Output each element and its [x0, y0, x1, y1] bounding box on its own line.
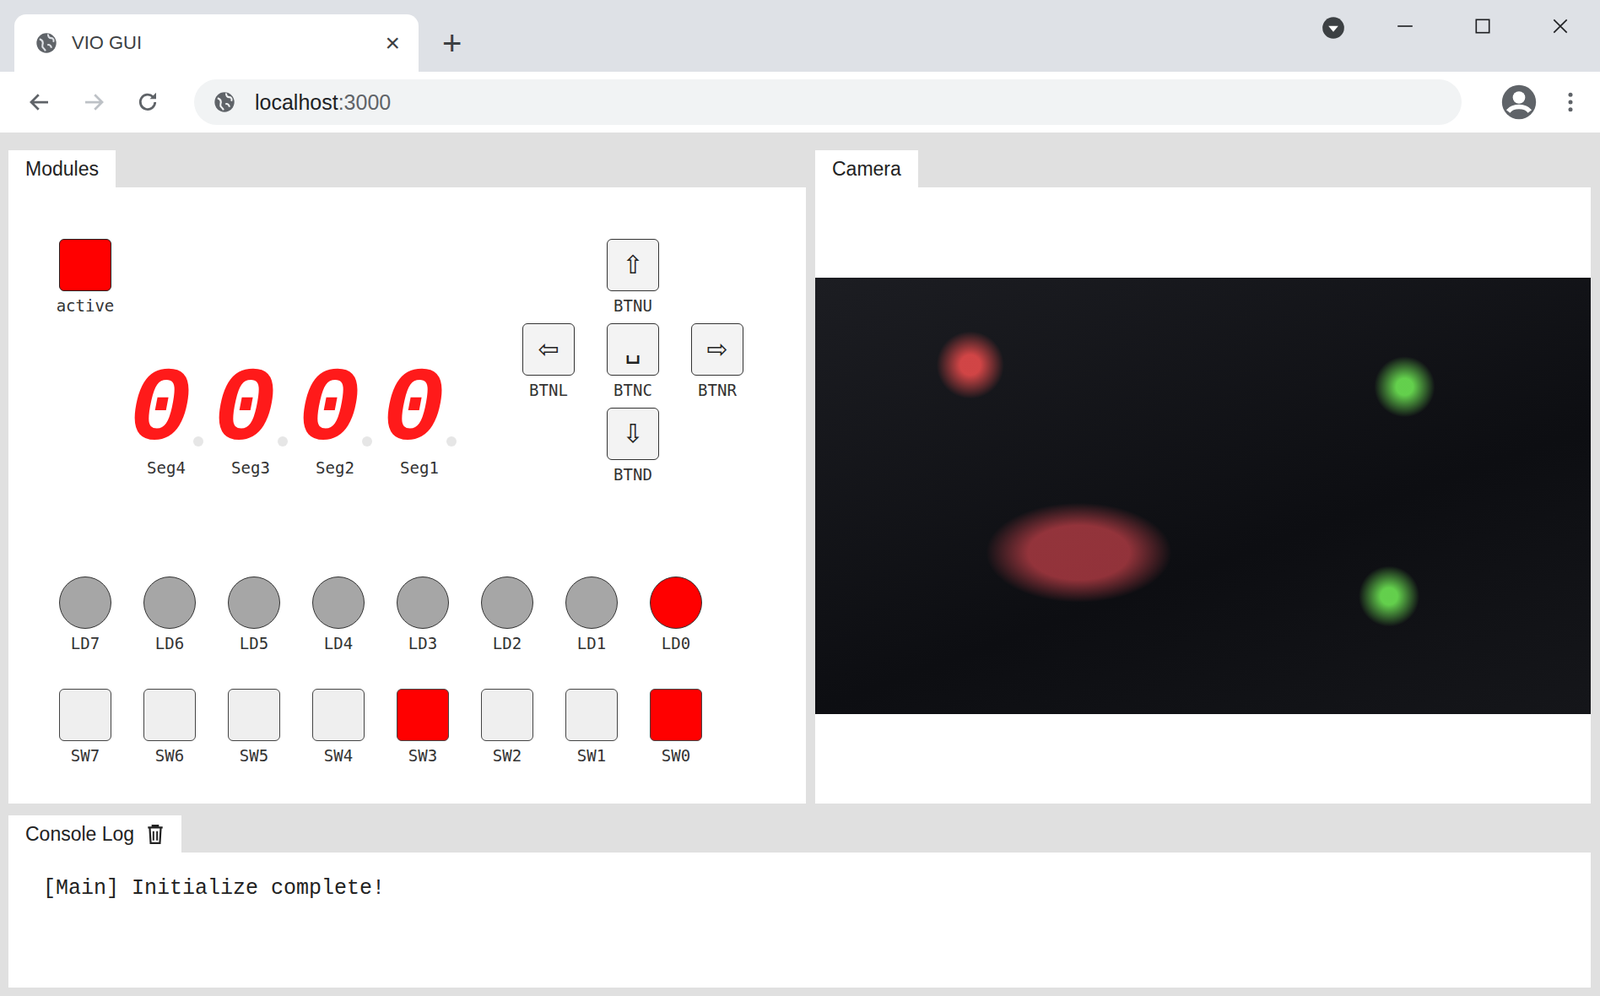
camera-tab[interactable]: Camera — [815, 150, 919, 188]
camera-body — [815, 187, 1591, 804]
seven-segment-display: 0 Seg40 Seg30 Seg20 Seg1 — [124, 368, 507, 477]
active-indicator: active — [43, 238, 128, 315]
minimize-icon[interactable] — [1395, 16, 1415, 36]
led: LD4 — [296, 576, 381, 653]
push-button[interactable]: ⇦ BTNL — [506, 323, 591, 408]
led: LD0 — [633, 576, 719, 653]
push-button[interactable]: ⇨ BTNR — [675, 323, 760, 408]
switch[interactable]: SW2 — [464, 688, 550, 765]
camera-panel: Camera — [815, 150, 1591, 804]
led: LD1 — [549, 576, 634, 653]
tab-search-icon[interactable] — [1321, 16, 1346, 40]
switch[interactable]: SW6 — [127, 688, 212, 765]
site-info-icon[interactable] — [212, 90, 237, 114]
page-content: Modules active 0 Seg40 Seg30 Seg20 Seg1 … — [0, 132, 1600, 996]
camera-feed — [815, 277, 1591, 714]
browser-window: VIO GUI × + localhost:3000 Modules activ… — [0, 0, 1600, 996]
new-tab-button[interactable]: + — [442, 26, 462, 60]
address-bar[interactable]: localhost:3000 — [194, 79, 1462, 125]
tab-strip: VIO GUI × + — [0, 0, 1600, 72]
close-icon[interactable] — [1551, 16, 1570, 36]
led: LD7 — [43, 576, 128, 653]
segment-digit: 0 Seg3 — [208, 368, 293, 477]
switch[interactable]: SW0 — [633, 688, 719, 765]
switch[interactable]: SW5 — [211, 688, 297, 765]
led: LD5 — [211, 576, 297, 653]
push-button[interactable]: ⇩ BTND — [590, 407, 676, 492]
window-controls — [1395, 16, 1570, 36]
console-body: [Main] Initialize complete! — [8, 852, 1591, 988]
toolbar: localhost:3000 — [0, 71, 1600, 133]
segment-digit: 0 Seg1 — [377, 368, 462, 477]
menu-dots-icon[interactable] — [1566, 89, 1575, 115]
forward-arrow-icon[interactable] — [81, 89, 107, 115]
trash-icon[interactable] — [145, 823, 165, 844]
profile-icon[interactable] — [1500, 83, 1538, 121]
url-text: localhost:3000 — [254, 90, 391, 115]
led: LD6 — [127, 576, 212, 653]
switch-row: SW7 SW6 SW5 SW4 SW3 SW2 SW1 SW0 — [43, 688, 806, 765]
log-line: [Main] Initialize complete! — [43, 875, 1591, 901]
modules-body: active 0 Seg40 Seg30 Seg20 Seg1 ⇧ BTNU⇦ … — [8, 187, 806, 804]
push-button[interactable]: ⇧ BTNU — [590, 238, 676, 324]
tab-close-button[interactable]: × — [384, 30, 400, 56]
back-arrow-icon[interactable] — [27, 89, 53, 115]
modules-panel: Modules active 0 Seg40 Seg30 Seg20 Seg1 … — [8, 150, 806, 804]
switch[interactable]: SW4 — [296, 688, 381, 765]
modules-tab[interactable]: Modules — [8, 150, 116, 188]
maximize-icon[interactable] — [1473, 16, 1492, 36]
led-row: LD7 LD6 LD5 LD4 LD3 LD2 LD1 LD0 — [43, 576, 806, 653]
push-button[interactable]: ␣ BTNC — [590, 323, 676, 408]
browser-tab[interactable]: VIO GUI × — [14, 14, 419, 72]
led: LD3 — [380, 576, 465, 653]
reload-icon[interactable] — [135, 89, 161, 115]
tab-title: VIO GUI — [71, 32, 372, 55]
switch[interactable]: SW1 — [549, 688, 634, 765]
switch[interactable]: SW7 — [43, 688, 128, 765]
console-panel: Console Log [Main] Initialize complete! — [8, 815, 1591, 988]
switch[interactable]: SW3 — [380, 688, 465, 765]
button-pad: ⇧ BTNU⇦ BTNL␣ BTNC⇨ BTNR⇩ BTND — [506, 238, 760, 492]
globe-icon — [34, 31, 59, 55]
segment-digit: 0 Seg2 — [292, 368, 378, 477]
led: LD2 — [464, 576, 550, 653]
console-tab[interactable]: Console Log — [8, 815, 182, 853]
segment-digit: 0 Seg4 — [124, 368, 209, 477]
